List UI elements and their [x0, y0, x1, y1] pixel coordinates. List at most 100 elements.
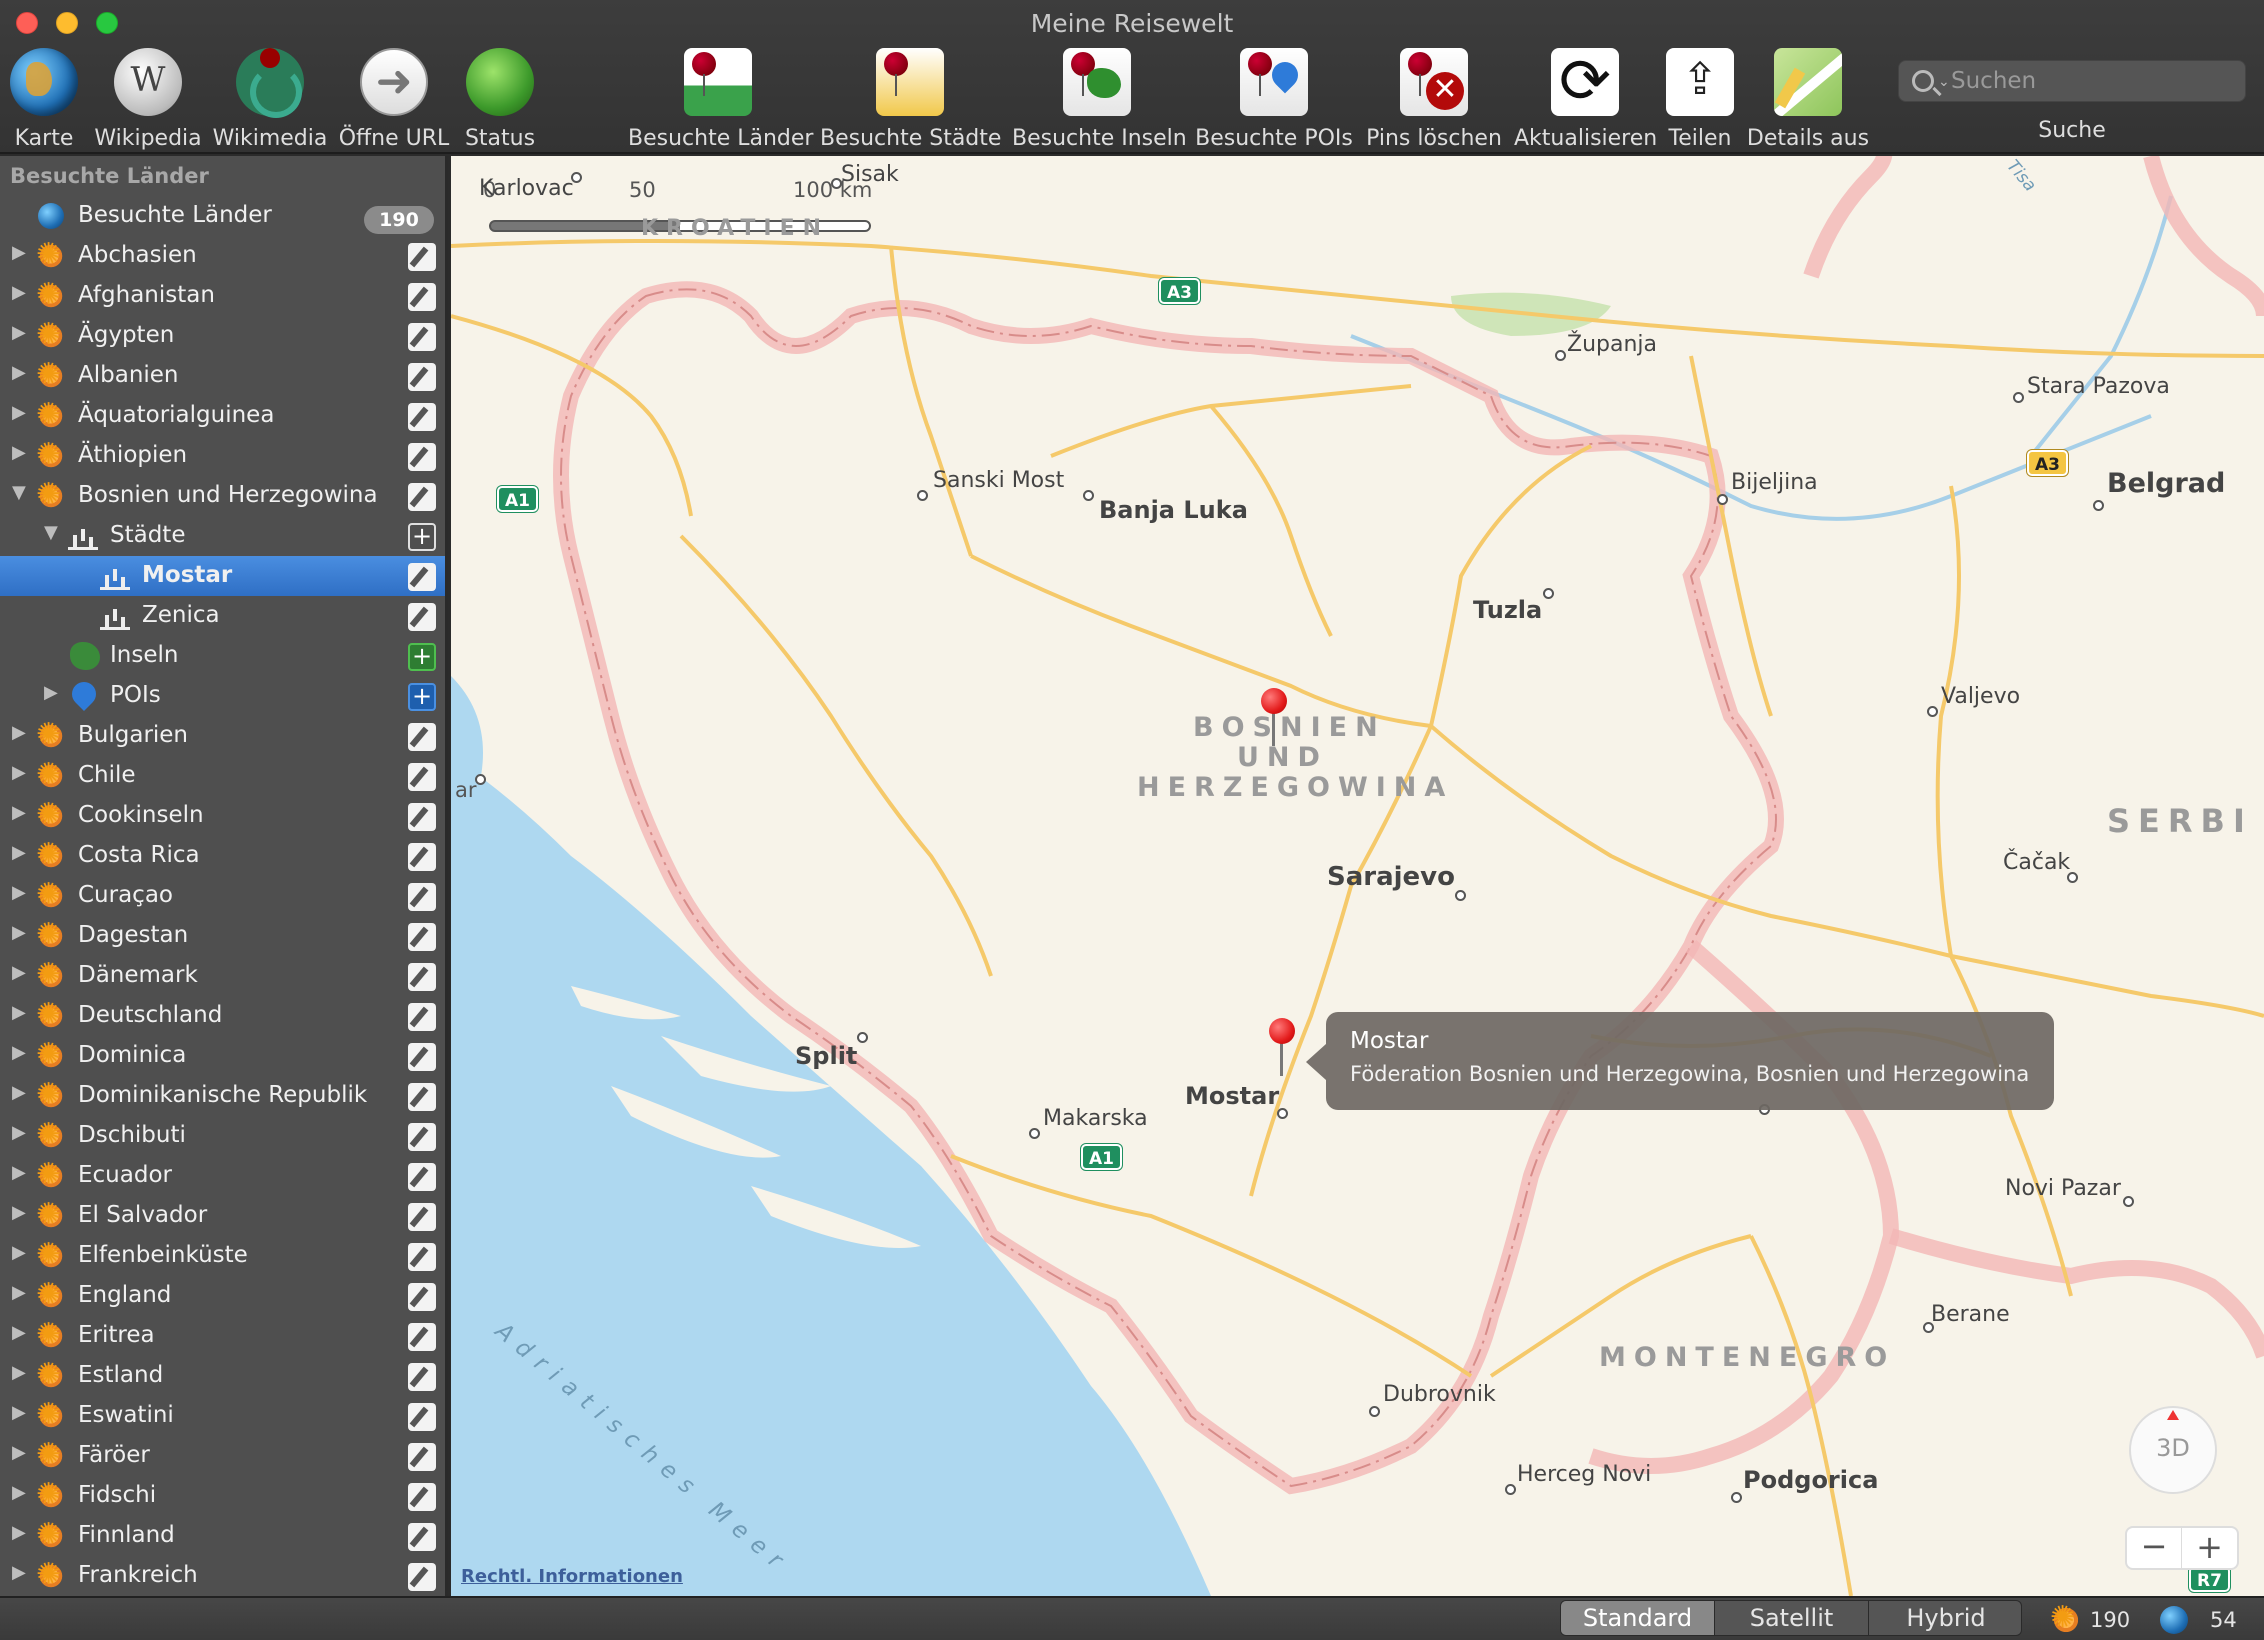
sidebar-item-country[interactable]: ▶ Äthiopien [0, 436, 445, 476]
sidebar-root-item[interactable]: Besuchte Länder 190 [0, 196, 445, 236]
disclosure-closed-icon[interactable]: ▶ [12, 282, 26, 303]
edit-icon[interactable] [408, 923, 436, 951]
zoom-in-button[interactable]: + [2182, 1528, 2237, 1568]
edit-icon[interactable] [408, 1043, 436, 1071]
sidebar-item-country[interactable]: ▶ Elfenbeinküste [0, 1236, 445, 1276]
edit-icon[interactable] [408, 243, 436, 271]
disclosure-closed-icon[interactable]: ▶ [12, 962, 26, 983]
sidebar-item-country[interactable]: ▶ Fidschi [0, 1476, 445, 1516]
disclosure-closed-icon[interactable]: ▶ [12, 402, 26, 423]
disclosure-open-icon[interactable]: ▼ [44, 522, 58, 543]
search-input[interactable]: Suchen [1898, 60, 2246, 102]
disclosure-closed-icon[interactable]: ▶ [12, 1242, 26, 1263]
edit-icon[interactable] [408, 483, 436, 511]
toolbar-status-button[interactable]: Status [460, 48, 540, 152]
sidebar-item-country[interactable]: ▶ Cookinseln [0, 796, 445, 836]
edit-icon[interactable] [408, 1403, 436, 1431]
edit-icon[interactable] [408, 963, 436, 991]
sidebar-item-country[interactable]: ▶ Ägypten [0, 316, 445, 356]
disclosure-closed-icon[interactable]: ▶ [12, 1522, 26, 1543]
sidebar-item-country[interactable]: ▶ Frankreich [0, 1556, 445, 1596]
edit-icon[interactable] [408, 443, 436, 471]
add-city-icon[interactable]: + [408, 523, 436, 551]
map-mode-standard[interactable]: Standard [1561, 1601, 1715, 1635]
disclosure-closed-icon[interactable]: ▶ [12, 322, 26, 343]
edit-icon[interactable] [408, 403, 436, 431]
edit-icon[interactable] [408, 1363, 436, 1391]
disclosure-closed-icon[interactable]: ▶ [12, 842, 26, 863]
sidebar-item-country[interactable]: ▶ Ecuador [0, 1156, 445, 1196]
map-pin-mostar[interactable] [1269, 1018, 1295, 1044]
edit-icon[interactable] [408, 763, 436, 791]
toolbar-visited-islands-button[interactable]: Besuchte Inseln [1012, 48, 1187, 152]
toolbar-wikimedia-button[interactable]: Wikimedia [212, 48, 328, 152]
map-mode-satellite[interactable]: Satellit [1715, 1601, 1869, 1635]
sidebar-item-country[interactable]: ▶ Chile [0, 756, 445, 796]
sidebar-item-inseln[interactable]: Inseln + [0, 636, 445, 676]
disclosure-closed-icon[interactable]: ▶ [12, 1362, 26, 1383]
edit-icon[interactable] [408, 1243, 436, 1271]
disclosure-open-icon[interactable]: ▼ [12, 482, 26, 503]
edit-icon[interactable] [408, 1323, 436, 1351]
sidebar-item-country[interactable]: ▶ Deutschland [0, 996, 445, 1036]
sidebar-item-country[interactable]: ▶ Dänemark [0, 956, 445, 996]
sidebar-item-city[interactable]: Mostar [0, 556, 445, 596]
sidebar-item-city[interactable]: Zenica [0, 596, 445, 636]
edit-icon[interactable] [408, 1203, 436, 1231]
sidebar-item-country[interactable]: ▶ Dagestan [0, 916, 445, 956]
map-mode-hybrid[interactable]: Hybrid [1869, 1601, 2021, 1635]
disclosure-closed-icon[interactable]: ▶ [12, 1002, 26, 1023]
edit-icon[interactable] [408, 603, 436, 631]
edit-icon[interactable] [408, 323, 436, 351]
sidebar-item-country[interactable]: ▶ Eritrea [0, 1316, 445, 1356]
edit-icon[interactable] [408, 363, 436, 391]
edit-icon[interactable] [408, 1083, 436, 1111]
edit-icon[interactable] [408, 1563, 436, 1591]
disclosure-closed-icon[interactable]: ▶ [12, 1202, 26, 1223]
disclosure-closed-icon[interactable]: ▶ [12, 362, 26, 383]
legal-link[interactable]: Rechtl. Informationen [461, 1566, 683, 1587]
toolbar-karte-button[interactable]: Karte [8, 48, 80, 152]
sidebar-item-country[interactable]: ▶ Finnland [0, 1516, 445, 1556]
map-pin-zenica[interactable] [1261, 688, 1287, 714]
disclosure-closed-icon[interactable]: ▶ [12, 242, 26, 263]
sidebar-item-country[interactable]: ▶ Curaçao [0, 876, 445, 916]
disclosure-closed-icon[interactable]: ▶ [12, 802, 26, 823]
sidebar-item-staedte[interactable]: ▼ Städte + [0, 516, 445, 556]
toolbar-share-button[interactable]: Teilen [1664, 48, 1736, 152]
disclosure-closed-icon[interactable]: ▶ [12, 1162, 26, 1183]
sidebar-item-country[interactable]: ▶ Bulgarien [0, 716, 445, 756]
sidebar-item-country[interactable]: ▶ Äquatorialguinea [0, 396, 445, 436]
edit-icon[interactable] [408, 563, 436, 591]
edit-icon[interactable] [408, 1523, 436, 1551]
map-view[interactable]: 0 50 100 km Karlovac Sisak KROATIEN Tisa… [451, 156, 2264, 1596]
sidebar-item-country[interactable]: ▶ Estland [0, 1356, 445, 1396]
sidebar-item-country[interactable]: ▶ Dominica [0, 1036, 445, 1076]
disclosure-closed-icon[interactable]: ▶ [12, 1122, 26, 1143]
disclosure-closed-icon[interactable]: ▶ [12, 882, 26, 903]
disclosure-closed-icon[interactable]: ▶ [12, 1282, 26, 1303]
disclosure-closed-icon[interactable]: ▶ [12, 1562, 26, 1583]
disclosure-closed-icon[interactable]: ▶ [12, 442, 26, 463]
add-island-icon[interactable]: + [408, 643, 436, 671]
disclosure-closed-icon[interactable]: ▶ [12, 1442, 26, 1463]
disclosure-closed-icon[interactable]: ▶ [12, 1402, 26, 1423]
toolbar-refresh-button[interactable]: Aktualisieren [1514, 44, 1657, 152]
sidebar-item-country[interactable]: ▶ Dominikanische Republik [0, 1076, 445, 1116]
edit-icon[interactable] [408, 1003, 436, 1031]
edit-icon[interactable] [408, 843, 436, 871]
edit-icon[interactable] [408, 1443, 436, 1471]
sidebar-item-country[interactable]: ▶ England [0, 1276, 445, 1316]
toolbar-delete-pins-button[interactable]: ✕ Pins löschen [1364, 48, 1504, 152]
toolbar-open-url-button[interactable]: Öffne URL [338, 48, 450, 152]
zoom-out-button[interactable]: − [2127, 1528, 2182, 1568]
edit-icon[interactable] [408, 1483, 436, 1511]
disclosure-closed-icon[interactable]: ▶ [44, 682, 58, 703]
toolbar-visited-cities-button[interactable]: Besuchte Städte [820, 48, 1001, 152]
toolbar-details-button[interactable]: Details aus [1746, 48, 1870, 152]
disclosure-closed-icon[interactable]: ▶ [12, 1042, 26, 1063]
disclosure-closed-icon[interactable]: ▶ [12, 1482, 26, 1503]
sidebar-item-country[interactable]: ▶ Abchasien [0, 236, 445, 276]
sidebar-item-country[interactable]: ▶ Costa Rica [0, 836, 445, 876]
edit-icon[interactable] [408, 1163, 436, 1191]
